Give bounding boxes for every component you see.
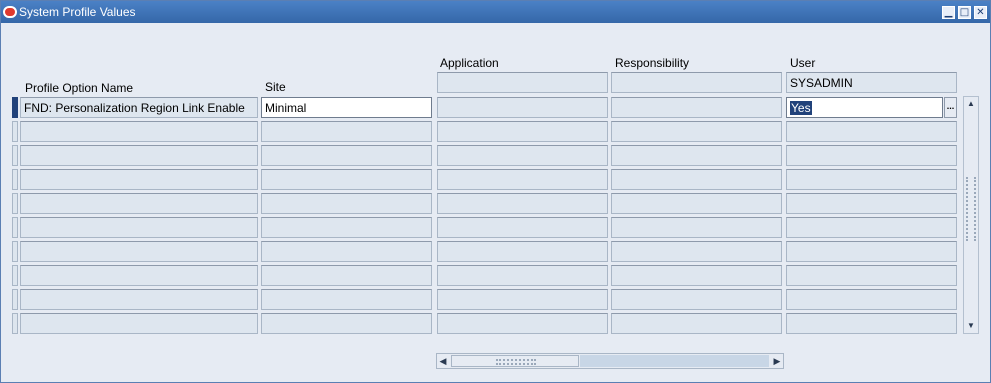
application-value-field[interactable] bbox=[437, 121, 608, 142]
application-value-field[interactable] bbox=[437, 217, 608, 238]
responsibility-value-field[interactable] bbox=[611, 289, 782, 310]
responsibility-header-field[interactable] bbox=[611, 72, 782, 93]
user-value-field[interactable] bbox=[786, 121, 957, 142]
profile-values-window: System Profile Values ▁ □ ✕ Profile Opti… bbox=[0, 0, 991, 383]
scroll-left-icon[interactable]: ◀ bbox=[437, 354, 449, 368]
user-value-field-text: Yes bbox=[790, 101, 940, 115]
row-indicator[interactable] bbox=[12, 241, 18, 262]
scroll-right-icon[interactable]: ▶ bbox=[771, 354, 783, 368]
site-value-field[interactable] bbox=[261, 193, 432, 214]
column-header-responsibility: Responsibility bbox=[615, 56, 690, 70]
profile-option-name-field[interactable] bbox=[20, 121, 258, 142]
user-value-field[interactable] bbox=[786, 169, 957, 190]
row-indicator[interactable] bbox=[12, 193, 18, 214]
scroll-down-icon[interactable]: ▼ bbox=[964, 319, 978, 333]
application-value-field[interactable] bbox=[437, 265, 608, 286]
responsibility-value-field[interactable] bbox=[611, 97, 782, 118]
row-indicator[interactable] bbox=[12, 121, 18, 142]
row-indicator[interactable] bbox=[12, 289, 18, 310]
profile-option-name-field[interactable] bbox=[20, 169, 258, 190]
user-value-field[interactable] bbox=[786, 145, 957, 166]
title-bar[interactable]: System Profile Values ▁ □ ✕ bbox=[1, 1, 990, 23]
user-header-field[interactable]: SYSADMIN bbox=[786, 72, 957, 93]
row-indicator[interactable] bbox=[12, 313, 18, 334]
application-value-field[interactable] bbox=[437, 145, 608, 166]
site-value-field[interactable] bbox=[261, 289, 432, 310]
user-value-field[interactable] bbox=[786, 217, 957, 238]
responsibility-value-field[interactable] bbox=[611, 169, 782, 190]
responsibility-value-field[interactable] bbox=[611, 145, 782, 166]
site-value-field-text: Minimal bbox=[265, 101, 307, 115]
application-header-field[interactable] bbox=[437, 72, 608, 93]
site-value-field[interactable] bbox=[261, 169, 432, 190]
site-value-field[interactable] bbox=[261, 241, 432, 262]
column-header-site: Site bbox=[265, 80, 286, 94]
scroll-up-icon[interactable]: ▲ bbox=[964, 97, 978, 111]
vertical-scroll-thumb[interactable] bbox=[966, 177, 976, 241]
site-value-field[interactable] bbox=[261, 145, 432, 166]
row-indicator[interactable] bbox=[12, 265, 18, 286]
user-value-field[interactable] bbox=[786, 265, 957, 286]
close-icon[interactable]: ✕ bbox=[974, 6, 987, 19]
list-of-values-button[interactable]: ... bbox=[944, 97, 957, 118]
column-header-profile-option-name: Profile Option Name bbox=[25, 81, 134, 95]
horizontal-scroll-track[interactable] bbox=[580, 355, 769, 367]
site-value-field[interactable] bbox=[261, 217, 432, 238]
horizontal-scroll-thumb[interactable] bbox=[451, 355, 579, 367]
application-value-field[interactable] bbox=[437, 289, 608, 310]
responsibility-value-field[interactable] bbox=[611, 313, 782, 334]
horizontal-scrollbar[interactable]: ◀ ▶ bbox=[436, 353, 784, 369]
user-value-field[interactable] bbox=[786, 289, 957, 310]
user-value-field[interactable] bbox=[786, 313, 957, 334]
application-value-field[interactable] bbox=[437, 241, 608, 262]
column-header-application: Application bbox=[440, 56, 499, 70]
user-value-field[interactable] bbox=[786, 241, 957, 262]
profile-option-name-field[interactable] bbox=[20, 265, 258, 286]
selected-text: Yes bbox=[790, 101, 812, 115]
user-header-value: SYSADMIN bbox=[790, 76, 853, 90]
responsibility-value-field[interactable] bbox=[611, 241, 782, 262]
window-title: System Profile Values bbox=[19, 5, 136, 19]
maximize-icon[interactable]: □ bbox=[958, 6, 971, 19]
user-value-field[interactable]: Yes bbox=[786, 97, 943, 118]
column-header-user: User bbox=[790, 56, 816, 70]
minimize-icon[interactable]: ▁ bbox=[942, 6, 955, 19]
responsibility-value-field[interactable] bbox=[611, 193, 782, 214]
row-indicator[interactable] bbox=[12, 145, 18, 166]
application-value-field[interactable] bbox=[437, 313, 608, 334]
site-value-field[interactable]: Minimal bbox=[261, 97, 432, 118]
site-value-field[interactable] bbox=[261, 265, 432, 286]
oracle-logo-icon bbox=[3, 6, 17, 18]
scroll-grip-icon bbox=[496, 359, 536, 365]
user-value-field[interactable] bbox=[786, 193, 957, 214]
row-indicator[interactable] bbox=[12, 97, 18, 118]
profile-option-name-field[interactable] bbox=[20, 217, 258, 238]
site-value-field[interactable] bbox=[261, 313, 432, 334]
application-value-field[interactable] bbox=[437, 97, 608, 118]
profile-option-name-field[interactable] bbox=[20, 193, 258, 214]
row-indicator[interactable] bbox=[12, 169, 18, 190]
responsibility-value-field[interactable] bbox=[611, 265, 782, 286]
profile-option-name-field[interactable]: FND: Personalization Region Link Enable bbox=[20, 97, 258, 118]
profile-option-name-field[interactable] bbox=[20, 313, 258, 334]
site-value-field[interactable] bbox=[261, 121, 432, 142]
profile-option-name-field[interactable] bbox=[20, 289, 258, 310]
profile-option-name-field[interactable] bbox=[20, 241, 258, 262]
application-value-field[interactable] bbox=[437, 193, 608, 214]
profile-option-name-field-text: FND: Personalization Region Link Enable bbox=[24, 101, 245, 115]
responsibility-value-field[interactable] bbox=[611, 217, 782, 238]
profile-option-name-field[interactable] bbox=[20, 145, 258, 166]
responsibility-value-field[interactable] bbox=[611, 121, 782, 142]
application-value-field[interactable] bbox=[437, 169, 608, 190]
row-indicator[interactable] bbox=[12, 217, 18, 238]
vertical-scrollbar[interactable]: ▲ ▼ bbox=[963, 96, 979, 334]
